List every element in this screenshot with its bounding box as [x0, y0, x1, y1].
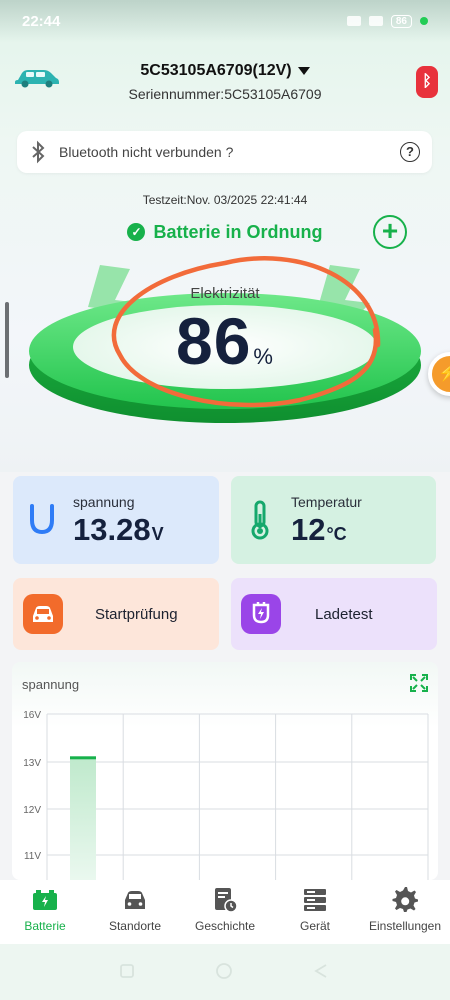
test-time: Testzeit:Nov. 03/2025 22:41:44: [142, 193, 308, 207]
add-button[interactable]: +: [373, 215, 407, 249]
server-icon: [304, 889, 326, 911]
temperature-reading: 12°C: [291, 512, 347, 548]
expand-icon[interactable]: [410, 674, 428, 692]
bluetooth-status-icon[interactable]: ᛒ: [416, 66, 438, 98]
nav-label-device: Gerät: [299, 919, 330, 933]
nav-label-history: Geschichte: [194, 919, 256, 933]
history-icon: [215, 888, 238, 913]
temperature-value: 12: [291, 512, 326, 547]
y-tick-label: 16V: [23, 710, 41, 721]
status-bar: 22:44 86: [0, 0, 450, 42]
gauge-label: Elektrizität: [190, 285, 260, 302]
voltage-reading: 13.28V: [73, 512, 164, 548]
nav-item-settings[interactable]: Einstellungen: [360, 880, 450, 944]
charge-percentage: 86%: [0, 303, 450, 379]
battery-status-text: Batterie in Ordnung: [153, 222, 323, 242]
voltage-value: 13.28: [73, 512, 151, 547]
y-tick-label: 11V: [24, 851, 41, 862]
voltage-chart-card: 16V 13V 12V 11V spannung: [12, 662, 438, 880]
temperature-card[interactable]: Temperatur 12°C: [231, 476, 436, 564]
thermometer-icon: [251, 500, 269, 540]
bottom-navigation: Batterie Standorte Geschichte Gerät Eins…: [0, 880, 450, 944]
voltage-bar: [70, 757, 96, 880]
charge-test-button[interactable]: Ladetest: [231, 578, 437, 650]
gauge-unit: %: [253, 344, 274, 369]
bluetooth-icon: [32, 140, 45, 164]
nav-label-locations: Standorte: [108, 919, 162, 933]
car-icon: [125, 891, 145, 909]
y-tick-label: 13V: [23, 758, 41, 769]
device-name: 5C53105A6709(12V): [140, 62, 292, 79]
start-test-button[interactable]: Startprüfung: [13, 578, 219, 650]
gauge-value: 86: [176, 304, 252, 378]
nav-label-settings: Einstellungen: [368, 919, 442, 933]
nav-item-locations[interactable]: Standorte: [90, 880, 180, 944]
chart-title: spannung: [22, 677, 80, 692]
home-icon[interactable]: [215, 962, 233, 980]
device-header: 5C53105A6709(12V) Seriennummer:5C53105A6…: [0, 52, 450, 112]
back-icon[interactable]: [312, 962, 330, 980]
charge-test-label: Ladetest: [315, 606, 373, 623]
wifi-icon: [368, 16, 383, 26]
status-time: 22:44: [22, 12, 61, 30]
help-icon[interactable]: ?: [400, 142, 420, 162]
bluetooth-connection-bar[interactable]: Bluetooth nicht verbunden ? ?: [17, 131, 432, 173]
device-selector[interactable]: 5C53105A6709(12V): [0, 62, 450, 80]
nav-item-history[interactable]: Geschichte: [180, 880, 270, 944]
car-front-icon: [23, 594, 63, 634]
signal-icon: [346, 16, 361, 26]
voltage-icon: [30, 504, 54, 534]
voltage-chart: 16V 13V 12V 11V: [23, 710, 429, 880]
voltage-label: spannung: [73, 494, 135, 510]
battery-icon: [33, 890, 57, 910]
recents-icon[interactable]: [118, 962, 136, 980]
nav-item-battery[interactable]: Batterie: [0, 880, 90, 944]
nav-item-device[interactable]: Gerät: [270, 880, 360, 944]
voltage-card[interactable]: spannung 13.28V: [13, 476, 219, 564]
system-navigation-bar: [0, 944, 450, 1000]
battery-level: 86: [390, 14, 412, 28]
nav-label-battery: Batterie: [24, 919, 66, 933]
drag-handle[interactable]: [5, 302, 9, 378]
voltage-bar-cap: [70, 756, 96, 760]
start-test-label: Startprüfung: [95, 606, 178, 623]
gear-icon: [392, 887, 418, 912]
indicator-dot-icon: [420, 17, 428, 25]
charging-icon: [241, 594, 281, 634]
check-icon: ✓: [127, 223, 146, 241]
bluetooth-status-text: Bluetooth nicht verbunden ?: [59, 144, 234, 160]
temperature-label: Temperatur: [291, 494, 362, 510]
serial-number: Seriennummer:5C53105A6709: [128, 86, 322, 102]
status-icons: 86: [346, 14, 428, 28]
voltage-unit: V: [151, 524, 164, 544]
y-tick-label: 12V: [23, 805, 41, 816]
temperature-unit: °C: [326, 524, 347, 544]
chevron-down-icon: [297, 66, 310, 75]
